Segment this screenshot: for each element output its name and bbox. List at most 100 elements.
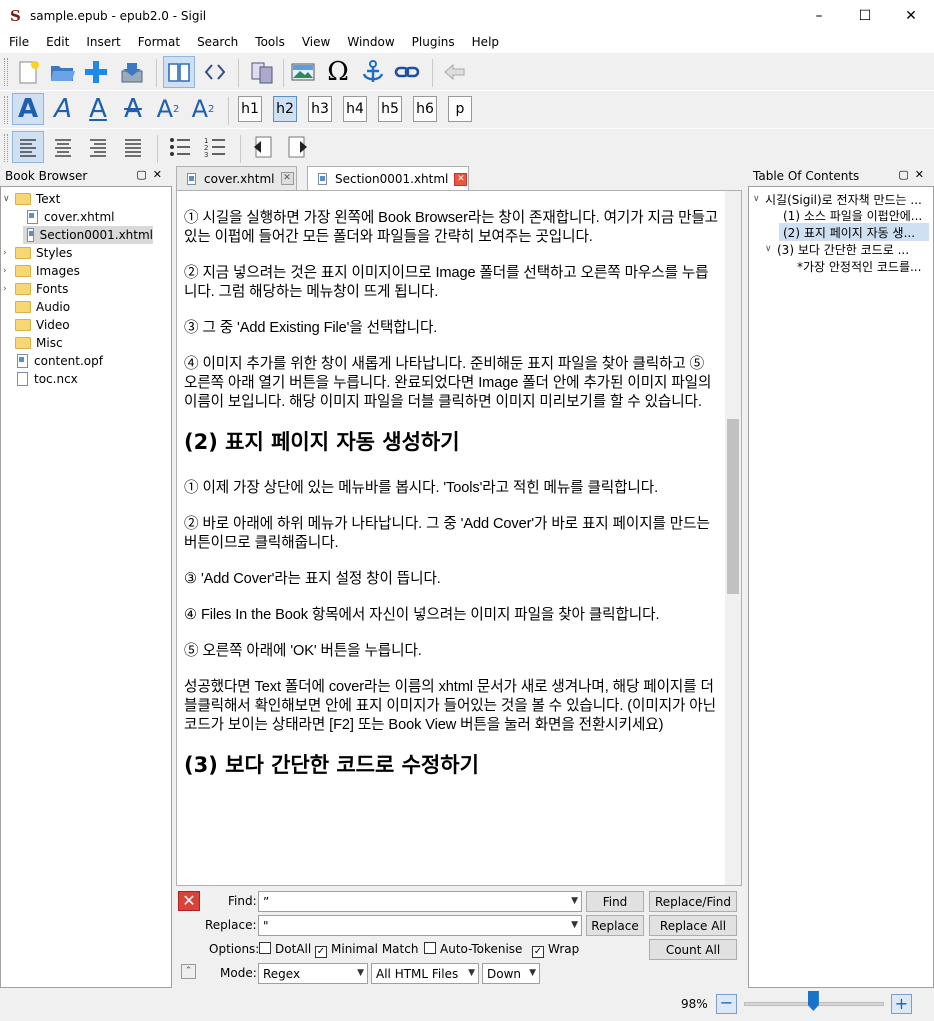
panel-float-close-icon[interactable]: ▢✕	[136, 168, 168, 181]
chevron-right-icon[interactable]: ›	[3, 284, 15, 294]
replace-input[interactable]: " ▼	[258, 915, 582, 936]
close-find-icon[interactable]: ✕	[178, 891, 200, 911]
menu-help[interactable]: Help	[463, 35, 507, 49]
heading-h1-button[interactable]: h1	[238, 96, 262, 122]
replace-button[interactable]: Replace	[586, 915, 644, 936]
toc-item-selected[interactable]: (2) 표지 페이지 자동 생...	[779, 223, 929, 241]
find-button[interactable]: Find	[586, 891, 644, 912]
tab-cover-xhtml[interactable]: cover.xhtml ✕	[176, 166, 297, 190]
tree-item-fonts[interactable]: › Fonts	[3, 280, 68, 298]
bullet-list-icon[interactable]	[164, 131, 196, 163]
checkmark-icon[interactable]: ✓	[532, 946, 544, 958]
code-view-icon[interactable]	[199, 56, 231, 88]
book-view-icon[interactable]	[163, 56, 195, 88]
chevron-down-icon[interactable]: ▼	[571, 920, 578, 930]
menu-format[interactable]: Format	[129, 35, 188, 49]
heading-h2-button[interactable]: h2	[273, 96, 297, 122]
special-character-icon[interactable]: Ω	[322, 56, 354, 88]
menu-tools[interactable]: Tools	[246, 35, 293, 49]
editor-scrollbar[interactable]	[725, 191, 741, 885]
zoom-slider-thumb[interactable]	[807, 991, 819, 1011]
link-icon[interactable]	[391, 56, 423, 88]
anchor-icon[interactable]	[357, 56, 389, 88]
tree-item-content-opf[interactable]: content.opf	[17, 352, 103, 370]
insert-image-icon[interactable]	[287, 56, 319, 88]
underline-icon[interactable]: A	[82, 93, 114, 125]
maximize-button[interactable]: ☐	[842, 0, 888, 31]
collapse-up-icon[interactable]: ⌃	[181, 964, 196, 979]
tree-item-cover[interactable]: cover.xhtml	[27, 208, 115, 226]
replace-all-button[interactable]: Replace All	[649, 915, 737, 936]
chevron-right-icon[interactable]: ›	[3, 248, 15, 258]
scope-select[interactable]: All HTML Files ▼	[371, 963, 479, 984]
minimal-match-checkbox[interactable]: ✓ Minimal Match	[315, 942, 418, 958]
save-icon[interactable]	[116, 56, 148, 88]
heading-h6-button[interactable]: h6	[413, 96, 437, 122]
align-justify-icon[interactable]	[117, 131, 149, 163]
panel-float-close-icon[interactable]: ▢✕	[898, 168, 930, 181]
align-right-icon[interactable]	[82, 131, 114, 163]
tree-item-section0001[interactable]: Section0001.xhtml	[23, 226, 153, 244]
checkbox-icon[interactable]	[259, 942, 271, 954]
add-icon[interactable]	[80, 56, 112, 88]
chevron-down-icon[interactable]: ∨	[753, 194, 765, 204]
heading-h3-button[interactable]: h3	[308, 96, 332, 122]
toc-item[interactable]: (1) 소스 파일을 이펍안에...	[783, 206, 922, 224]
chevron-down-icon[interactable]: ∨	[765, 244, 777, 254]
increase-indent-icon[interactable]	[282, 131, 314, 163]
chevron-down-icon[interactable]: ▼	[468, 968, 475, 978]
normal-text-icon[interactable]: A	[12, 93, 44, 125]
back-arrow-icon[interactable]	[438, 56, 470, 88]
strikethrough-icon[interactable]: A	[117, 93, 149, 125]
close-tab-icon[interactable]: ✕	[280, 172, 294, 185]
auto-tokenise-checkbox[interactable]: Auto-Tokenise	[424, 942, 522, 956]
direction-select[interactable]: Down ▼	[482, 963, 540, 984]
align-left-icon[interactable]	[12, 131, 44, 163]
menu-search[interactable]: Search	[188, 35, 246, 49]
tree-item-styles[interactable]: › Styles	[3, 244, 72, 262]
document-content[interactable]: ① 시길을 실행하면 가장 왼쪽에 Book Browser라는 창이 존재합니…	[184, 209, 719, 802]
tree-item-toc-ncx[interactable]: toc.ncx	[17, 370, 78, 388]
replace-find-button[interactable]: Replace/Find	[649, 891, 737, 912]
superscript-icon[interactable]: A2	[187, 93, 219, 125]
tree-item-text[interactable]: ∨ Text	[3, 190, 60, 208]
tab-section0001-xhtml[interactable]: Section0001.xhtml ✕	[307, 166, 469, 191]
italic-icon[interactable]: A	[47, 93, 79, 125]
mode-select[interactable]: Regex ▼	[258, 963, 368, 984]
open-folder-icon[interactable]	[46, 56, 78, 88]
dotall-checkbox[interactable]: DotAll	[259, 942, 311, 956]
split-icon[interactable]	[246, 56, 278, 88]
checkbox-icon[interactable]	[424, 942, 436, 954]
chevron-down-icon[interactable]: ▼	[529, 968, 536, 978]
decrease-indent-icon[interactable]	[247, 131, 279, 163]
tree-item-audio[interactable]: Audio	[15, 298, 70, 316]
subscript-icon[interactable]: A2	[152, 93, 184, 125]
menu-edit[interactable]: Edit	[37, 35, 77, 49]
menu-plugins[interactable]: Plugins	[403, 35, 463, 49]
menu-view[interactable]: View	[293, 35, 338, 49]
tree-item-video[interactable]: Video	[15, 316, 70, 334]
toc-item[interactable]: ∨ (3) 보다 간단한 코드로 ...	[765, 240, 909, 258]
minimize-button[interactable]: –	[796, 0, 842, 31]
tree-item-misc[interactable]: Misc	[15, 334, 63, 352]
chevron-down-icon[interactable]: ▼	[571, 896, 578, 906]
zoom-in-icon[interactable]: +	[891, 994, 912, 1014]
heading-h4-button[interactable]: h4	[343, 96, 367, 122]
close-tab-icon[interactable]: ✕	[454, 172, 468, 186]
menu-insert[interactable]: Insert	[77, 35, 128, 49]
menu-file[interactable]: File	[0, 35, 37, 49]
new-file-icon[interactable]	[12, 56, 44, 88]
menu-window[interactable]: Window	[338, 35, 402, 49]
scrollbar-thumb[interactable]	[727, 419, 739, 594]
numbered-list-icon[interactable]: 123	[199, 131, 231, 163]
checkmark-icon[interactable]: ✓	[315, 946, 327, 958]
chevron-right-icon[interactable]: ›	[3, 266, 15, 276]
count-all-button[interactable]: Count All	[649, 939, 737, 960]
toc-item[interactable]: *가장 안정적인 코드를...	[797, 257, 921, 275]
tree-item-images[interactable]: › Images	[3, 262, 80, 280]
zoom-out-icon[interactable]: −	[716, 994, 737, 1014]
paragraph-button[interactable]: p	[448, 96, 472, 122]
chevron-down-icon[interactable]: ▼	[357, 968, 364, 978]
book-view-editor[interactable]: ① 시길을 실행하면 가장 왼쪽에 Book Browser라는 창이 존재합니…	[176, 190, 742, 886]
heading-h5-button[interactable]: h5	[378, 96, 402, 122]
